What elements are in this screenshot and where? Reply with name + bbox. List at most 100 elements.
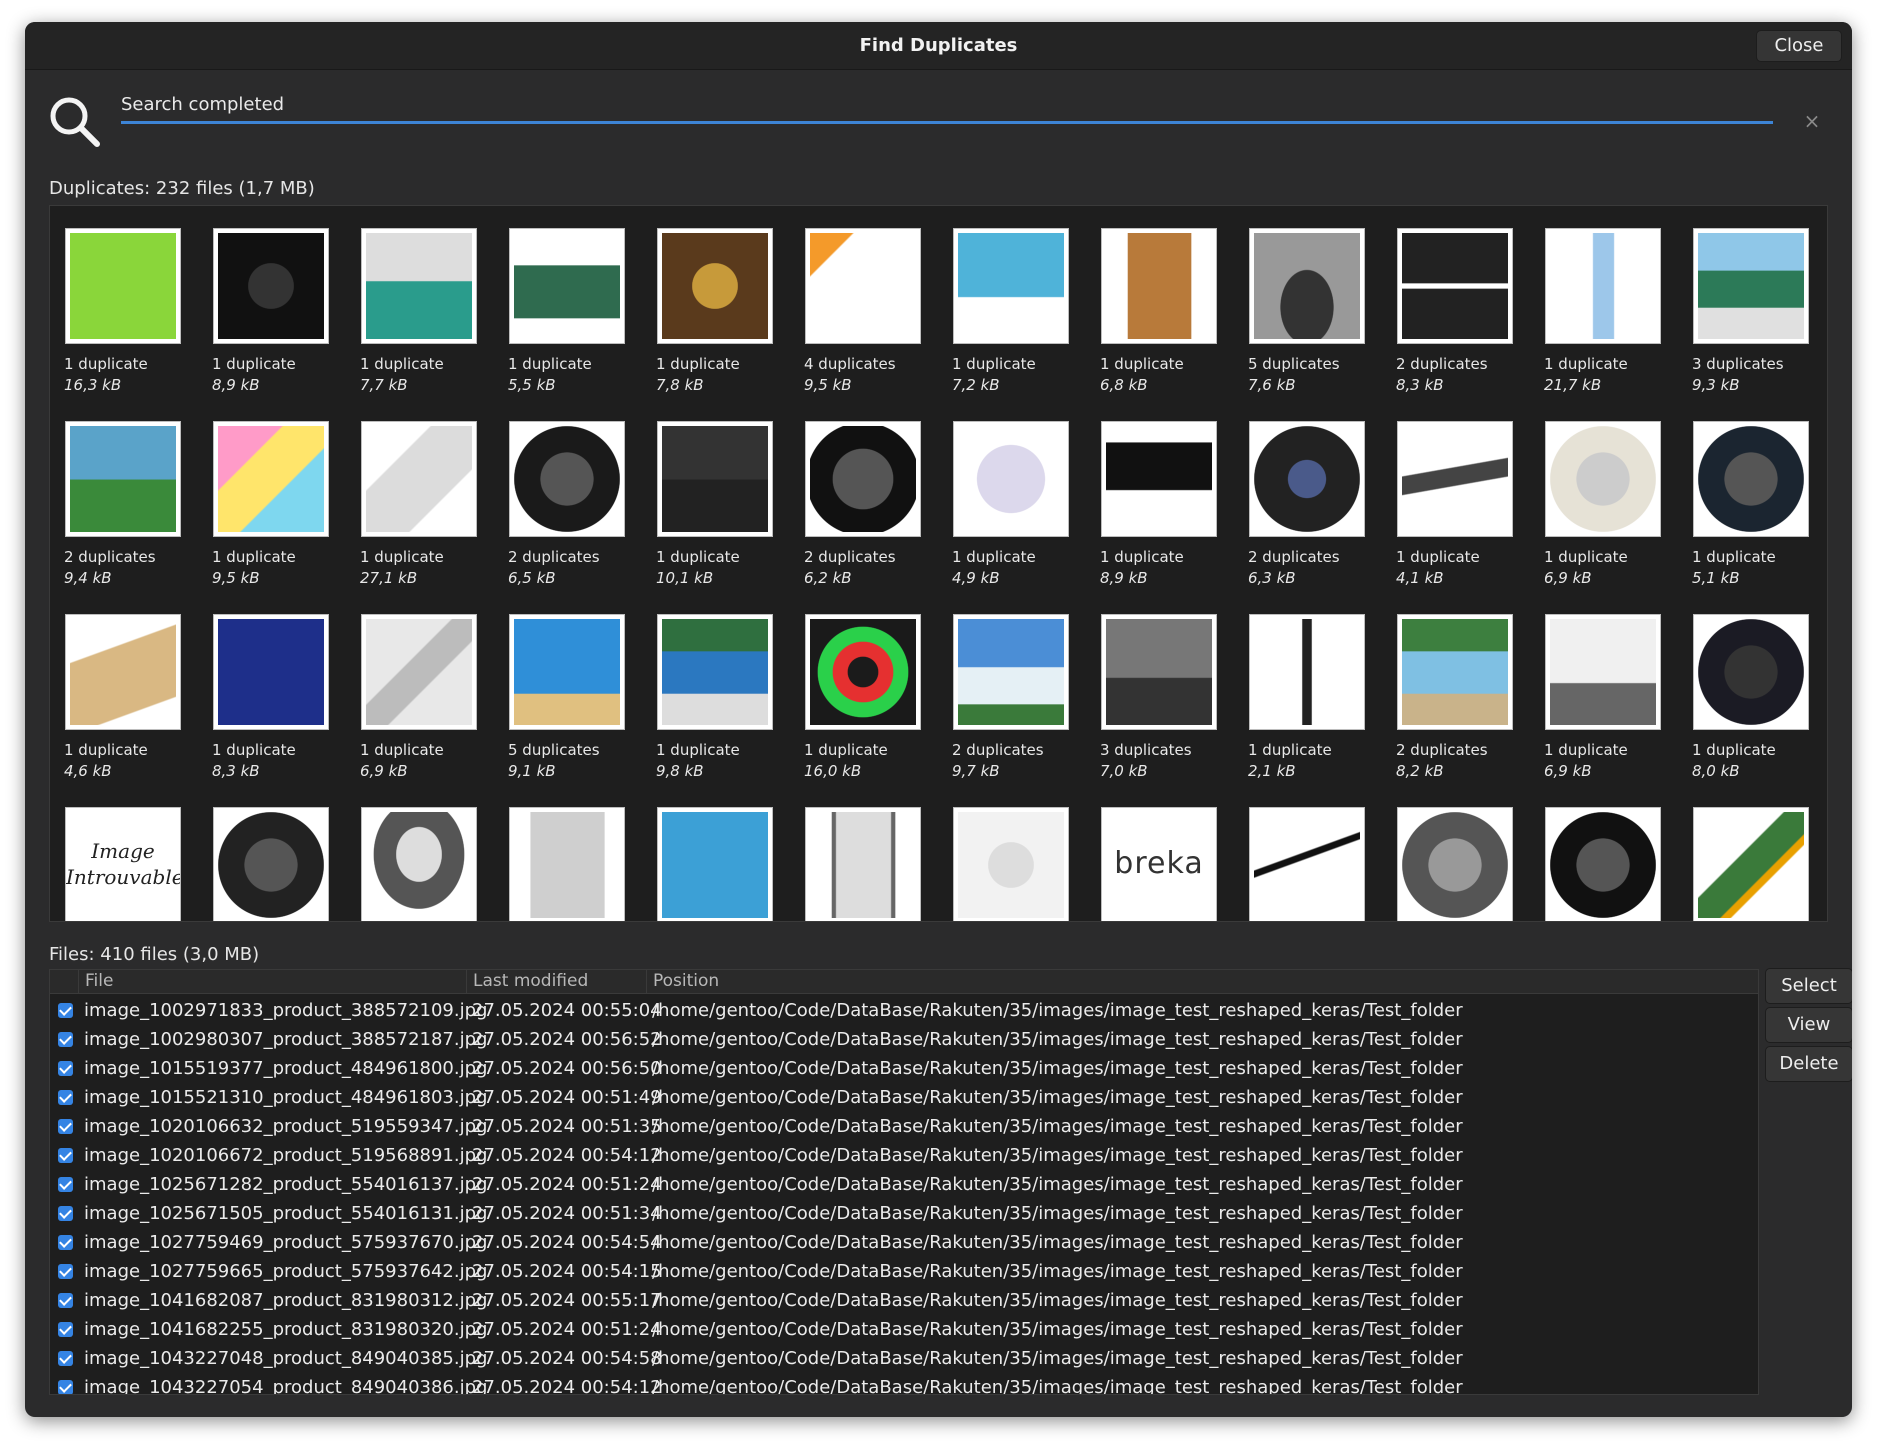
duplicate-card[interactable]: 1 duplicate 6,9 kB	[1544, 421, 1674, 601]
duplicate-thumbnail[interactable]	[361, 421, 477, 537]
duplicate-card[interactable]: 1 duplicate 4,9 kB	[952, 421, 1082, 601]
table-row[interactable]: image_1027759469_product_575937670.jpg 27…	[50, 1228, 1758, 1257]
duplicate-thumbnail[interactable]	[1249, 228, 1365, 344]
duplicate-card[interactable]: 1 duplicate 6,9 kB	[1544, 614, 1674, 794]
row-checkbox[interactable]	[58, 1351, 73, 1366]
duplicate-thumbnail[interactable]	[953, 421, 1069, 537]
duplicate-thumbnail[interactable]	[657, 807, 773, 921]
row-checkbox[interactable]	[58, 1177, 73, 1192]
table-row[interactable]: image_1025671282_product_554016137.jpg 27…	[50, 1170, 1758, 1199]
column-header-file[interactable]: File	[78, 970, 466, 994]
table-row[interactable]: image_1041682087_product_831980312.jpg 27…	[50, 1286, 1758, 1315]
table-row[interactable]: image_1025671505_product_554016131.jpg 27…	[50, 1199, 1758, 1228]
duplicate-card[interactable]: 1 duplicate 21,7 kB	[1544, 228, 1674, 408]
duplicate-card[interactable]: 1 duplicate 4,1 kB	[1396, 421, 1526, 601]
duplicate-thumbnail[interactable]	[953, 807, 1069, 921]
close-button[interactable]: Close	[1756, 30, 1842, 62]
duplicate-card[interactable]	[212, 807, 342, 921]
duplicate-thumbnail[interactable]	[1693, 614, 1809, 730]
duplicate-card[interactable]: 2 duplicates 8,3 kB	[1396, 228, 1526, 408]
duplicate-card[interactable]	[804, 807, 934, 921]
duplicate-card[interactable]: 2 duplicates 6,3 kB	[1248, 421, 1378, 601]
duplicate-card[interactable]: 5 duplicates 9,1 kB	[508, 614, 638, 794]
files-table[interactable]: File Last modified Position image_100297…	[49, 969, 1759, 1395]
duplicate-thumbnail[interactable]	[1693, 421, 1809, 537]
row-checkbox[interactable]	[58, 1380, 73, 1394]
duplicates-grid-panel[interactable]: 1 duplicate 16,3 kB 1 duplicate 8,9 kB 1 dup…	[49, 205, 1828, 922]
duplicate-card[interactable]: 1 duplicate 2,1 kB	[1248, 614, 1378, 794]
duplicate-card[interactable]: 1 duplicate 6,9 kB	[360, 614, 490, 794]
duplicate-card[interactable]: 4 duplicates 9,5 kB	[804, 228, 934, 408]
duplicate-thumbnail[interactable]	[1693, 807, 1809, 921]
duplicate-card[interactable]: 1 duplicate 4,6 kB	[64, 614, 194, 794]
duplicate-thumbnail[interactable]	[1249, 421, 1365, 537]
row-checkbox[interactable]	[58, 1061, 73, 1076]
duplicate-thumbnail[interactable]	[657, 421, 773, 537]
duplicate-thumbnail[interactable]	[1101, 421, 1217, 537]
row-checkbox[interactable]	[58, 1235, 73, 1250]
duplicate-card[interactable]	[360, 807, 490, 921]
duplicate-thumbnail[interactable]	[805, 228, 921, 344]
duplicate-thumbnail[interactable]	[1693, 228, 1809, 344]
duplicate-thumbnail[interactable]	[361, 228, 477, 344]
duplicate-thumbnail[interactable]	[509, 614, 625, 730]
duplicate-thumbnail[interactable]	[1545, 807, 1661, 921]
duplicate-card[interactable]: 1 duplicate 8,3 kB	[212, 614, 342, 794]
duplicate-card[interactable]	[508, 807, 638, 921]
row-checkbox[interactable]	[58, 1119, 73, 1134]
duplicate-thumbnail[interactable]	[1397, 421, 1513, 537]
duplicate-thumbnail[interactable]	[509, 228, 625, 344]
duplicate-thumbnail[interactable]	[1397, 614, 1513, 730]
duplicate-thumbnail[interactable]	[1249, 807, 1365, 921]
table-row[interactable]: image_1002980307_product_388572187.jpg 27…	[50, 1025, 1758, 1054]
duplicate-card[interactable]: 1 duplicate 6,8 kB	[1100, 228, 1230, 408]
duplicate-card[interactable]: 2 duplicates 9,4 kB	[64, 421, 194, 601]
table-row[interactable]: image_1020106672_product_519568891.jpg 27…	[50, 1141, 1758, 1170]
duplicate-card[interactable]: 1 duplicate 16,0 kB	[804, 614, 934, 794]
duplicate-thumbnail[interactable]	[1545, 614, 1661, 730]
duplicate-thumbnail[interactable]	[213, 614, 329, 730]
duplicate-thumbnail[interactable]	[1101, 614, 1217, 730]
duplicate-thumbnail[interactable]	[1397, 228, 1513, 344]
duplicate-thumbnail[interactable]	[1249, 614, 1365, 730]
row-checkbox[interactable]	[58, 1206, 73, 1221]
duplicate-card[interactable]: 1 duplicate 5,1 kB	[1692, 421, 1822, 601]
duplicate-card[interactable]: 1 duplicate 10,1 kB	[656, 421, 786, 601]
duplicate-thumbnail[interactable]	[65, 614, 181, 730]
column-header-last-modified[interactable]: Last modified	[466, 970, 646, 994]
duplicate-card[interactable]: 1 duplicate 7,7 kB	[360, 228, 490, 408]
duplicate-card[interactable]	[1692, 807, 1822, 921]
duplicate-thumbnail[interactable]	[953, 228, 1069, 344]
duplicate-card[interactable]	[952, 807, 1082, 921]
duplicate-card[interactable]: 2 duplicates 8,2 kB	[1396, 614, 1526, 794]
table-row[interactable]: image_1027759665_product_575937642.jpg 27…	[50, 1257, 1758, 1286]
row-checkbox[interactable]	[58, 1293, 73, 1308]
row-checkbox[interactable]	[58, 1032, 73, 1047]
duplicate-card[interactable]	[1396, 807, 1526, 921]
duplicate-card[interactable]: 1 duplicate 7,2 kB	[952, 228, 1082, 408]
duplicate-card[interactable]: 1 duplicate 8,9 kB	[1100, 421, 1230, 601]
duplicate-card[interactable]: 1 duplicate 9,5 kB	[212, 421, 342, 601]
duplicate-thumbnail[interactable]	[953, 614, 1069, 730]
duplicate-card[interactable]: 2 duplicates 6,2 kB	[804, 421, 934, 601]
duplicate-thumbnail[interactable]	[361, 614, 477, 730]
duplicate-thumbnail[interactable]	[509, 807, 625, 921]
duplicate-thumbnail[interactable]	[1545, 228, 1661, 344]
table-row[interactable]: image_1015521310_product_484961803.jpg 27…	[50, 1083, 1758, 1112]
duplicate-card[interactable]: 1 duplicate 8,0 kB	[1692, 614, 1822, 794]
duplicate-card[interactable]: 1 duplicate 7,8 kB	[656, 228, 786, 408]
column-header-position[interactable]: Position	[646, 970, 1756, 994]
row-checkbox[interactable]	[58, 1148, 73, 1163]
duplicate-thumbnail[interactable]	[805, 807, 921, 921]
duplicate-card[interactable]	[1248, 807, 1378, 921]
duplicate-card[interactable]: 1 duplicate 16,3 kB	[64, 228, 194, 408]
duplicate-card[interactable]: 5 duplicates 7,6 kB	[1248, 228, 1378, 408]
duplicate-thumbnail[interactable]: breka	[1101, 807, 1217, 921]
table-row[interactable]: image_1041682255_product_831980320.jpg 27…	[50, 1315, 1758, 1344]
table-row[interactable]: image_1043227054_product_849040386.jpg 27…	[50, 1373, 1758, 1394]
duplicate-card[interactable]: 1 duplicate 27,1 kB	[360, 421, 490, 601]
duplicate-thumbnail[interactable]: Image Introuvable	[65, 807, 181, 921]
table-row[interactable]: image_1020106632_product_519559347.jpg 27…	[50, 1112, 1758, 1141]
duplicate-card[interactable]: Image Introuvable	[64, 807, 194, 921]
duplicate-card[interactable]: 1 duplicate 9,8 kB	[656, 614, 786, 794]
